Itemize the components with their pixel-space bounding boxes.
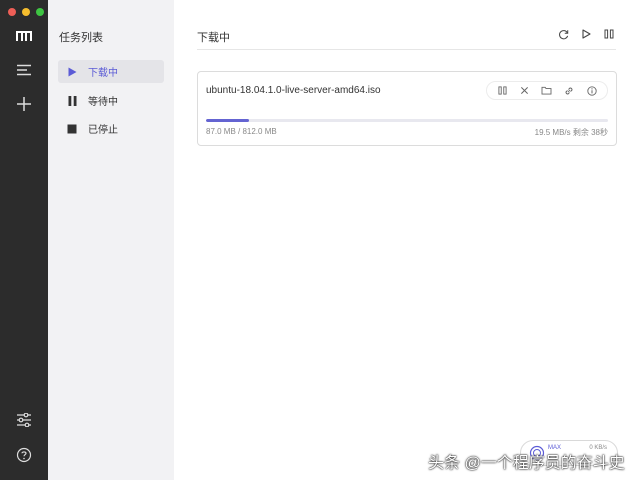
play-icon — [66, 66, 78, 78]
stop-icon — [66, 123, 78, 135]
zoom-window-button[interactable] — [36, 8, 44, 16]
plus-icon[interactable] — [12, 92, 36, 116]
sidebar-item-label: 等待中 — [88, 97, 118, 108]
resume-all-icon[interactable] — [579, 27, 593, 41]
download-progress-bar — [206, 119, 608, 122]
pause-task-icon[interactable] — [496, 85, 508, 97]
header-divider — [197, 49, 616, 50]
settings-sliders-icon[interactable] — [12, 408, 36, 432]
sidebar-item-label: 已停止 — [88, 125, 118, 136]
sidebar-title: 任务列表 — [59, 32, 103, 44]
link-icon[interactable] — [563, 85, 575, 97]
task-size: 87.0 MB / 812.0 MB — [206, 127, 277, 136]
page-title: 下载中 — [197, 32, 230, 44]
task-speed: 19.5 MB/s 剩余 38秒 — [534, 128, 608, 137]
delete-task-icon[interactable] — [519, 85, 531, 97]
sidebar-item-waiting[interactable]: 等待中 — [58, 89, 164, 112]
task-item[interactable]: ubuntu-18.04.1.0-live-server-amd64.iso 8… — [197, 71, 617, 146]
app-rail — [0, 0, 48, 480]
info-icon[interactable] — [586, 85, 598, 97]
logo-icon[interactable] — [12, 24, 36, 48]
menu-icon[interactable] — [12, 58, 36, 82]
close-window-button[interactable] — [8, 8, 16, 16]
watermark-text: 头条 @一个程序员的奋斗史 — [428, 455, 625, 472]
sidebar-item-label: 下载中 — [88, 68, 118, 79]
pause-all-icon[interactable] — [602, 27, 616, 41]
refresh-icon[interactable] — [556, 27, 570, 41]
folder-icon[interactable] — [541, 85, 553, 97]
task-file-name: ubuntu-18.04.1.0-live-server-amd64.iso — [206, 85, 381, 96]
sidebar-item-stopped[interactable]: 已停止 — [58, 117, 164, 140]
help-icon[interactable] — [12, 443, 36, 467]
task-list-sidebar: 任务列表 下载中 等待中 已停止 — [48, 0, 174, 480]
minimize-window-button[interactable] — [22, 8, 30, 16]
window-controls — [8, 8, 44, 16]
task-action-group — [486, 81, 608, 100]
pause-icon — [66, 95, 78, 107]
sidebar-item-downloading[interactable]: 下载中 — [58, 60, 164, 83]
main-panel: 下载中 ubuntu-18.04.1.0-live-server-amd64.i… — [174, 0, 640, 480]
download-progress-fill — [206, 119, 249, 122]
header-actions — [556, 27, 616, 41]
